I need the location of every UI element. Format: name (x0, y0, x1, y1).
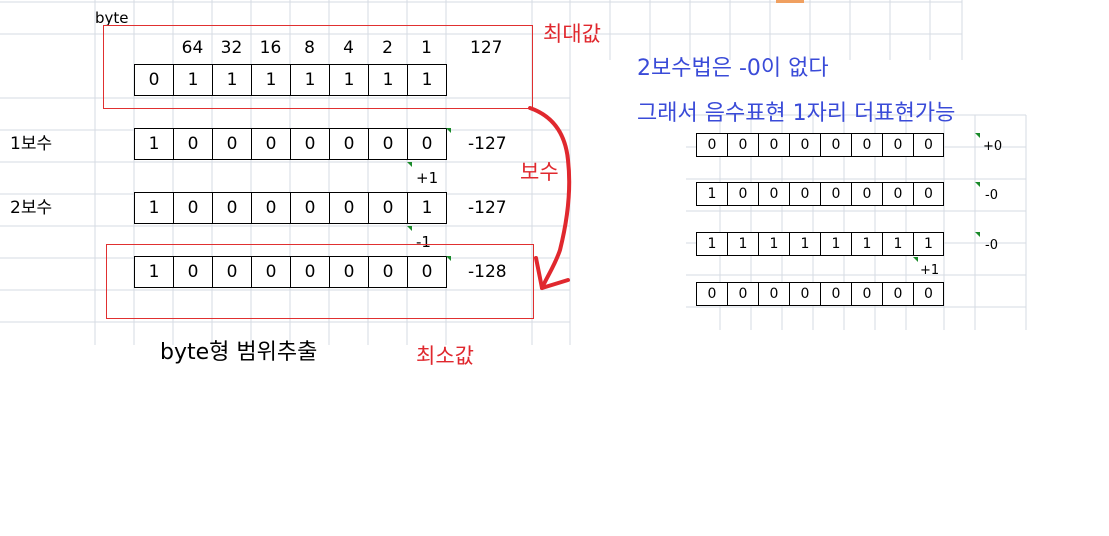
comment-marker (975, 133, 980, 138)
comment-marker (913, 257, 918, 262)
comment-marker (975, 232, 980, 237)
bit-cell[interactable]: 0 (212, 128, 252, 160)
comment-marker (446, 128, 451, 133)
bit-cell[interactable]: 0 (696, 133, 728, 157)
bit-cell[interactable]: 1 (696, 232, 728, 256)
bit-cell[interactable]: 0 (882, 282, 914, 306)
comment-marker (407, 162, 412, 167)
bit-cell[interactable]: 0 (758, 133, 790, 157)
bit-cell[interactable]: 0 (789, 182, 821, 206)
bit-cell[interactable]: 0 (789, 282, 821, 306)
note-line-2: 그래서 음수표현 1자리 더표현가능 (637, 101, 956, 126)
bit-cell[interactable]: 1 (134, 192, 174, 224)
bit-cell[interactable]: 0 (882, 182, 914, 206)
bit-cell[interactable]: 0 (758, 182, 790, 206)
bit-cell[interactable]: 0 (368, 128, 408, 160)
row-label-ones-complement: 1보수 (10, 134, 53, 154)
bit-cell[interactable]: 0 (251, 192, 291, 224)
bit-cell[interactable]: 0 (290, 128, 330, 160)
bit-cell[interactable]: 0 (851, 133, 883, 157)
bit-cell[interactable]: 0 (851, 182, 883, 206)
bit-cell[interactable]: 0 (820, 282, 852, 306)
bit-cell[interactable]: 0 (173, 192, 213, 224)
bit-cell[interactable]: 0 (913, 182, 944, 206)
bit-cell[interactable]: 0 (758, 282, 790, 306)
bit-cell[interactable]: 0 (727, 282, 759, 306)
bit-cell[interactable]: 1 (789, 232, 821, 256)
bit-cell[interactable]: 0 (789, 133, 821, 157)
max-value-highlight-box (103, 25, 533, 109)
row-value: -127 (468, 134, 507, 154)
row-value: +0 (983, 139, 1003, 154)
bit-cell[interactable]: 0 (368, 192, 408, 224)
bit-cell[interactable]: 0 (329, 192, 369, 224)
bit-cell[interactable]: 0 (696, 282, 728, 306)
bit-cell[interactable]: 1 (758, 232, 790, 256)
complement-annotation: 보수 (520, 160, 559, 184)
bit-cell[interactable]: 1 (696, 182, 728, 206)
bit-cell[interactable]: 0 (407, 128, 447, 160)
bit-cell[interactable]: 0 (913, 133, 944, 157)
row-value: -0 (985, 188, 998, 203)
bit-cell[interactable]: 1 (134, 128, 174, 160)
plus-one-label: +1 (416, 169, 439, 187)
bit-cell[interactable]: 0 (882, 133, 914, 157)
bit-cell[interactable]: 1 (820, 232, 852, 256)
bit-cell[interactable]: 0 (820, 133, 852, 157)
bit-cell[interactable]: 0 (727, 182, 759, 206)
bit-cell[interactable]: 1 (851, 232, 883, 256)
min-value-highlight-box (106, 244, 534, 319)
min-value-annotation: 최소값 (416, 344, 474, 368)
bit-cell[interactable]: 0 (727, 133, 759, 157)
bit-cell[interactable]: 0 (290, 192, 330, 224)
bit-cell[interactable]: 0 (851, 282, 883, 306)
bit-cell[interactable]: 0 (329, 128, 369, 160)
bit-cell[interactable]: 0 (913, 282, 944, 306)
row-value: -0 (985, 238, 998, 253)
caption: byte형 범위추출 (160, 340, 318, 365)
row-label-twos-complement: 2보수 (10, 198, 53, 218)
bit-cell[interactable]: 0 (820, 182, 852, 206)
comment-marker (975, 182, 980, 187)
max-value-annotation: 최대값 (543, 22, 601, 46)
bit-cell[interactable]: 1 (913, 232, 944, 256)
note-line-1: 2보수법은 -0이 없다 (637, 56, 829, 81)
complement-arrow-icon (528, 106, 572, 290)
bit-cell[interactable]: 0 (173, 128, 213, 160)
bit-cell[interactable]: 1 (727, 232, 759, 256)
comment-marker (407, 226, 412, 231)
row-value: -127 (468, 198, 507, 218)
bit-cell[interactable]: 0 (251, 128, 291, 160)
selection-indicator (776, 0, 804, 3)
plus-one-label: +1 (920, 263, 940, 278)
bit-cell[interactable]: 1 (407, 192, 447, 224)
bit-cell[interactable]: 0 (212, 192, 252, 224)
bit-cell[interactable]: 1 (882, 232, 914, 256)
